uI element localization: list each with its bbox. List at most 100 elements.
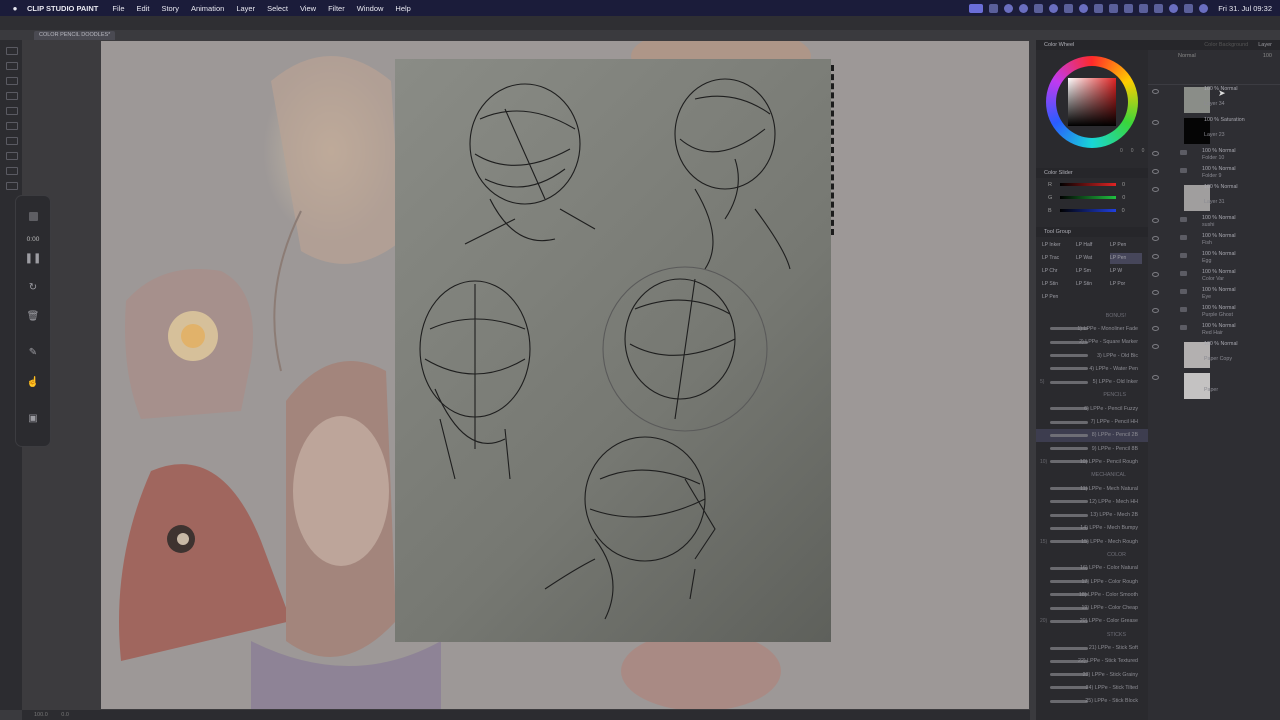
menu-select[interactable]: Select xyxy=(267,4,288,13)
menubar-clock[interactable]: Fri 31. Jul 09:32 xyxy=(1218,4,1272,13)
layer-row[interactable]: 100 % Normal Paper Copy xyxy=(1148,340,1280,371)
hand-tool-icon[interactable] xyxy=(6,77,18,85)
eye-icon[interactable] xyxy=(1152,326,1159,331)
screen-record-icon[interactable] xyxy=(969,3,984,13)
eye-icon[interactable] xyxy=(1152,218,1159,223)
color-wheel[interactable]: 0 0 0 xyxy=(1036,50,1148,158)
eye-icon[interactable] xyxy=(1152,290,1159,295)
brush-item[interactable]: 18) LPPe - Color Smooth xyxy=(1036,588,1148,601)
eye-icon[interactable] xyxy=(1152,120,1159,125)
eye-icon[interactable] xyxy=(1152,308,1159,313)
search-icon[interactable] xyxy=(1169,3,1179,13)
brush-item[interactable]: 19) LPPe - Color Cheap xyxy=(1036,602,1148,615)
pencil-tool-icon[interactable] xyxy=(6,167,18,175)
slider-g[interactable]: G0 xyxy=(1036,191,1148,204)
layer-folder-row[interactable]: 100 % Normal Purple Ghost xyxy=(1148,304,1280,322)
zoom-tool-icon[interactable] xyxy=(6,62,18,70)
tool-group-item[interactable]: LP Pen xyxy=(1042,292,1074,303)
menu-file[interactable]: File xyxy=(112,4,124,13)
tool-group-item[interactable]: LP Chr xyxy=(1042,266,1074,277)
menu-animation[interactable]: Animation xyxy=(191,4,224,13)
menu-help[interactable]: Help xyxy=(395,4,410,13)
brush-item[interactable]: 16) LPPe - Color Natural xyxy=(1036,562,1148,575)
layer-folder-row[interactable]: 100 % Normal Fish xyxy=(1148,232,1280,250)
document-tab[interactable]: COLOR PENCIL DOODLES* xyxy=(34,31,116,40)
tool-group-item[interactable]: LP Half xyxy=(1076,240,1108,251)
eye-icon[interactable] xyxy=(1152,89,1159,94)
layer-row[interactable]: Paper xyxy=(1148,371,1280,402)
tool-group-item[interactable]: LP Trac xyxy=(1042,253,1074,264)
brush-item[interactable]: 2) LPPe - Square Marker xyxy=(1036,336,1148,349)
keyboard-icon[interactable] xyxy=(1124,3,1134,13)
tab-layer[interactable]: Layer xyxy=(1258,40,1272,50)
zoom-level[interactable]: 100.0 xyxy=(34,712,48,718)
control-center-icon[interactable] xyxy=(1184,3,1194,13)
lasso-tool-icon[interactable] xyxy=(6,122,18,130)
status-icon-h[interactable] xyxy=(1109,3,1119,13)
menu-window[interactable]: Window xyxy=(357,4,384,13)
status-icon-e[interactable] xyxy=(1064,3,1074,13)
bluetooth-icon[interactable] xyxy=(1139,3,1149,13)
status-icon-d[interactable] xyxy=(1049,3,1059,13)
pointer-button[interactable]: ☝ xyxy=(16,377,50,388)
brush-item[interactable]: 3) LPPe - Old Bic xyxy=(1036,349,1148,362)
layer-opacity[interactable]: 100 xyxy=(1263,50,1272,62)
brush-item[interactable]: 11) LPPe - Mech Natural xyxy=(1036,482,1148,495)
slider-r[interactable]: R0 xyxy=(1036,178,1148,191)
tab-color-background[interactable]: Color Background xyxy=(1204,40,1248,50)
siri-icon[interactable] xyxy=(1199,3,1209,13)
brush-item[interactable]: 9) LPPe - Pencil 8B xyxy=(1036,442,1148,455)
slider-b-track[interactable] xyxy=(1059,209,1116,212)
brush-item[interactable]: 5) 5) LPPe - Old Inker xyxy=(1036,375,1148,388)
menu-view[interactable]: View xyxy=(300,4,316,13)
brush-item[interactable]: 4) LPPe - Water Pen xyxy=(1036,362,1148,375)
layer-folder-row[interactable]: 100 % Normal Egg xyxy=(1148,250,1280,268)
layer-row[interactable]: 100 % Saturation Layer 23 xyxy=(1148,116,1280,147)
stop-recording-button[interactable] xyxy=(16,212,50,224)
eye-icon[interactable] xyxy=(1152,236,1159,241)
record-stop-icon[interactable] xyxy=(989,3,999,13)
slider-r-track[interactable] xyxy=(1059,183,1116,186)
menu-filter[interactable]: Filter xyxy=(328,4,345,13)
app-name-menu[interactable]: CLIP STUDIO PAINT xyxy=(27,4,98,13)
slider-b[interactable]: B0 xyxy=(1036,204,1148,217)
status-icon-a[interactable] xyxy=(1004,3,1014,13)
status-icon-g[interactable] xyxy=(1094,3,1104,13)
brush-item[interactable]: 25) LPPe - Stick Block xyxy=(1036,695,1148,708)
layer-folder-row[interactable]: 100 % Normal Color Var xyxy=(1148,268,1280,286)
layer-folder-row[interactable]: 100 % Normal Red Hair xyxy=(1148,322,1280,340)
brush-item[interactable]: 17) LPPe - Color Rough xyxy=(1036,575,1148,588)
tool-group-item[interactable]: LP W xyxy=(1110,266,1142,277)
brush-item[interactable]: 20) 20) LPPe - Color Grease xyxy=(1036,615,1148,628)
menu-story[interactable]: Story xyxy=(161,4,179,13)
eye-icon[interactable] xyxy=(1152,151,1159,156)
tool-group-item[interactable]: LP Stin xyxy=(1076,279,1108,290)
layer-folder-row[interactable]: 100 % Normal Folder 10 xyxy=(1148,147,1280,165)
tool-group-item-selected[interactable]: LP Pen xyxy=(1110,253,1142,264)
blend-mode-select[interactable]: Normal xyxy=(1178,50,1196,62)
brush-item[interactable]: 12) LPPe - Mech HH xyxy=(1036,495,1148,508)
brush-item[interactable]: 8) LPPe - Pencil 2B xyxy=(1036,428,1148,442)
brush-item[interactable]: 7) LPPe - Pencil HH xyxy=(1036,415,1148,428)
saturation-value-square[interactable] xyxy=(1068,78,1116,126)
tool-group-item[interactable]: LP Wat xyxy=(1076,253,1108,264)
eye-icon[interactable] xyxy=(1152,169,1159,174)
layer-folder-row[interactable]: 100 % Normal Eye xyxy=(1148,286,1280,304)
eye-icon[interactable] xyxy=(1152,344,1159,349)
brush-item[interactable]: 23) LPPe - Stick Grainy xyxy=(1036,668,1148,681)
restart-button[interactable]: ↻ xyxy=(16,282,50,293)
menu-layer[interactable]: Layer xyxy=(236,4,255,13)
layer-folder-row[interactable]: 100 % Normal Folder 9 xyxy=(1148,165,1280,183)
layer-folder-row[interactable]: 100 % Normal sushi xyxy=(1148,214,1280,232)
tool-group-item[interactable]: LP Stin xyxy=(1042,279,1074,290)
eye-icon[interactable] xyxy=(1152,375,1159,380)
eye-icon[interactable] xyxy=(1152,187,1159,192)
layer-row[interactable]: 100 % Normal Layer 34 xyxy=(1148,85,1280,116)
eye-icon[interactable] xyxy=(1152,272,1159,277)
brush-item[interactable]: 21) LPPe - Stick Soft xyxy=(1036,641,1148,654)
head-sketch-reference[interactable] xyxy=(395,59,831,642)
operation-tool-icon[interactable] xyxy=(6,92,18,100)
camera-button[interactable]: ▣ xyxy=(16,413,50,424)
slider-g-track[interactable] xyxy=(1060,196,1117,199)
brush-item[interactable]: 14) LPPe - Mech Bumpy xyxy=(1036,522,1148,535)
